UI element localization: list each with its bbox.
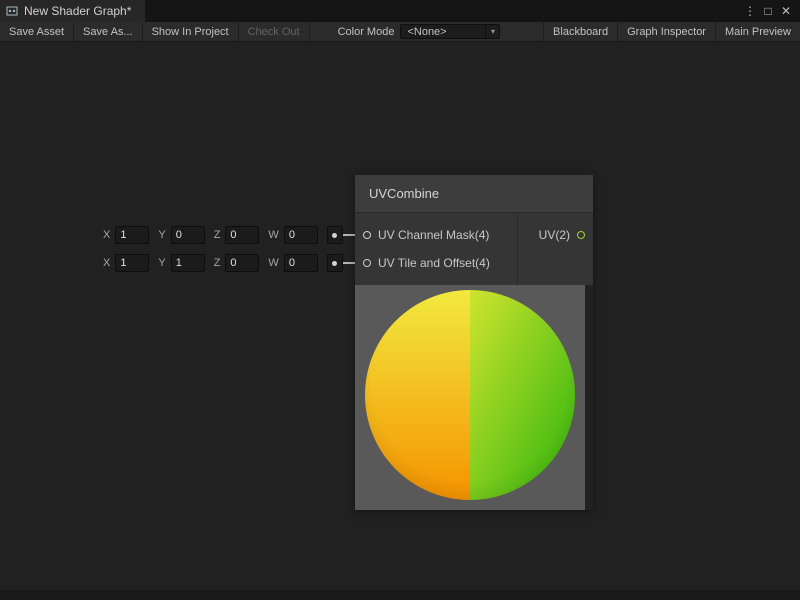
shader-graph-icon (6, 5, 18, 17)
node-header[interactable]: UVCombine (355, 175, 593, 213)
input-port-label: UV Channel Mask(4) (378, 228, 489, 242)
output-port-label: UV(2) (539, 228, 570, 242)
w-input[interactable] (284, 226, 318, 244)
x-input[interactable] (115, 226, 149, 244)
close-icon[interactable]: ✕ (778, 0, 794, 22)
node-port-area: UV Channel Mask(4) UV Tile and Offset(4)… (355, 213, 593, 285)
vector-row-channel-mask: X Y Z W (103, 225, 343, 245)
color-mode-dropdown[interactable]: <None> ▾ (400, 24, 500, 39)
maximize-icon[interactable]: □ (760, 0, 776, 22)
w-label: W (268, 229, 278, 241)
port-connector[interactable] (327, 226, 343, 244)
input-port-circle[interactable] (363, 231, 371, 239)
y-label: Y (158, 257, 165, 269)
vector-row-tile-offset: X Y Z W (103, 253, 343, 273)
y-input[interactable] (171, 254, 205, 272)
node-uvcombine[interactable]: UVCombine UV Channel Mask(4) UV Tile and… (355, 175, 593, 510)
x-input[interactable] (115, 254, 149, 272)
input-port-circle[interactable] (363, 259, 371, 267)
color-mode-value: <None> (401, 26, 485, 38)
output-port-circle[interactable] (577, 231, 585, 239)
input-port-label: UV Tile and Offset(4) (378, 256, 490, 270)
z-label: Z (214, 229, 221, 241)
output-ports: UV(2) (518, 221, 593, 277)
tab-shader-graph[interactable]: New Shader Graph* (0, 0, 145, 22)
preview-sphere (365, 290, 575, 500)
port-connector[interactable] (327, 254, 343, 272)
show-in-project-button[interactable]: Show In Project (143, 22, 239, 41)
color-mode-label: Color Mode (310, 22, 401, 41)
tab-title: New Shader Graph* (24, 4, 131, 18)
window-controls: ⋮ □ ✕ (742, 0, 800, 22)
input-port-row: UV Tile and Offset(4) (355, 249, 517, 277)
input-ports: UV Channel Mask(4) UV Tile and Offset(4) (355, 221, 517, 277)
y-label: Y (158, 229, 165, 241)
dropdown-arrow-icon: ▾ (485, 25, 499, 39)
graph-canvas[interactable]: X Y Z W X Y Z W UVCombine UV Chann (0, 42, 800, 590)
x-label: X (103, 229, 110, 241)
window-tab-bar: New Shader Graph* ⋮ □ ✕ (0, 0, 800, 22)
y-input[interactable] (171, 226, 205, 244)
w-label: W (268, 257, 278, 269)
node-title: UVCombine (369, 186, 439, 201)
blackboard-toggle-button[interactable]: Blackboard (543, 22, 617, 41)
input-port-row: UV Channel Mask(4) (355, 221, 517, 249)
node-preview (355, 285, 585, 510)
save-as-button[interactable]: Save As... (74, 22, 143, 41)
output-port-row: UV(2) (518, 221, 593, 249)
x-label: X (103, 257, 110, 269)
window-bottom-edge (0, 590, 800, 600)
z-label: Z (214, 257, 221, 269)
z-input[interactable] (225, 254, 259, 272)
toolbar: Save Asset Save As... Show In Project Ch… (0, 22, 800, 42)
w-input[interactable] (284, 254, 318, 272)
check-out-button[interactable]: Check Out (239, 22, 310, 41)
connector-dot-icon (332, 233, 337, 238)
graph-inspector-toggle-button[interactable]: Graph Inspector (617, 22, 715, 41)
connector-dot-icon (332, 261, 337, 266)
save-asset-button[interactable]: Save Asset (0, 22, 74, 41)
z-input[interactable] (225, 226, 259, 244)
menu-icon[interactable]: ⋮ (742, 0, 758, 22)
sphere-shading (365, 290, 575, 500)
main-preview-toggle-button[interactable]: Main Preview (715, 22, 800, 41)
